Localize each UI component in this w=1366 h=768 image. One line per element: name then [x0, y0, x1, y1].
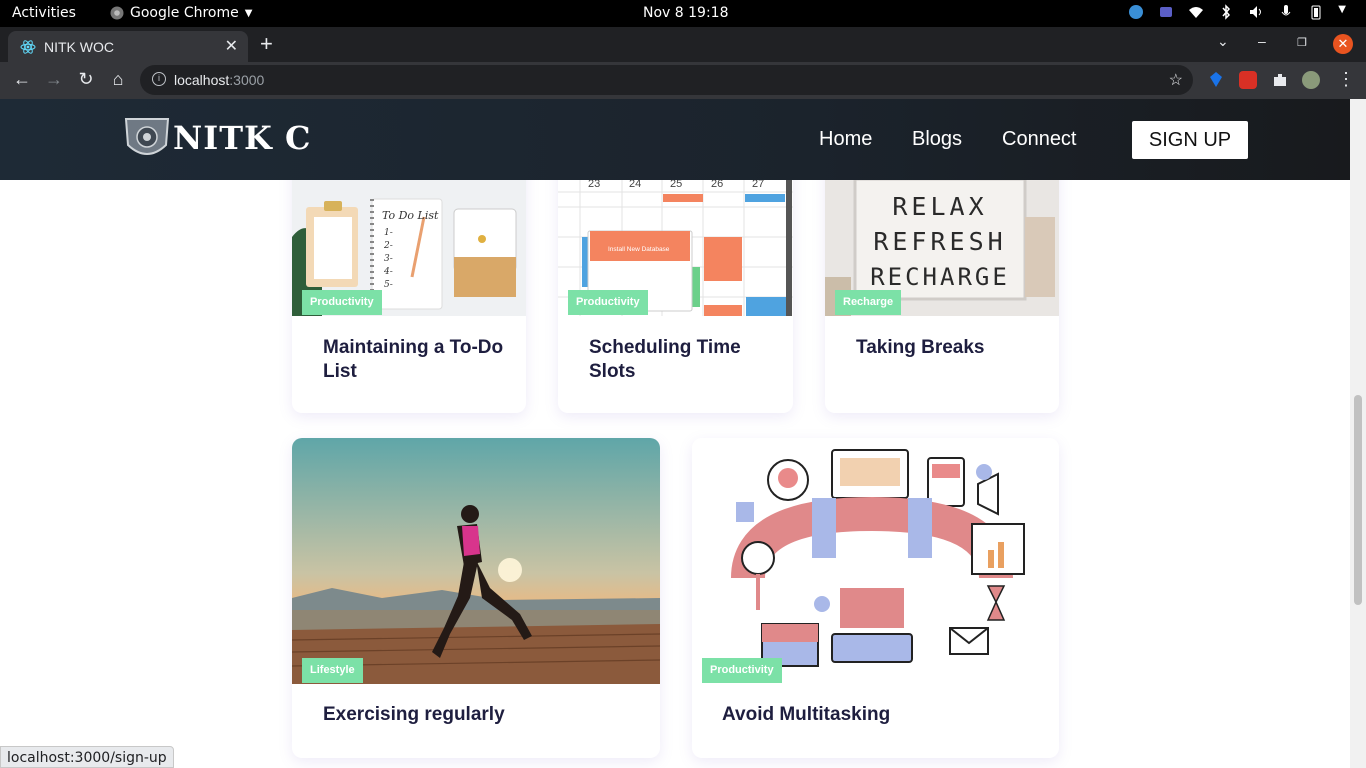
- todo-number-1: 1-: [384, 228, 393, 238]
- nav-connect[interactable]: Connect: [1002, 128, 1077, 151]
- tab-strip: NITK WOC ✕ + ⌄ – ❐ ✕: [0, 27, 1366, 62]
- nav-blogs[interactable]: Blogs: [912, 128, 962, 151]
- chrome-menu-icon[interactable]: ⋮: [1335, 69, 1357, 90]
- clock[interactable]: Nov 8 19:18: [643, 5, 728, 21]
- site-navbar: NITK C Home Blogs Connect SIGN UP: [0, 99, 1350, 180]
- page-viewport: To Do List 1- 2- 3- 4- 5- Productivity M…: [0, 99, 1350, 768]
- page-scrollbar[interactable]: [1350, 99, 1366, 768]
- maximize-icon[interactable]: ❐: [1297, 36, 1307, 49]
- todo-number-3: 3-: [384, 254, 393, 264]
- nitk-emblem-icon[interactable]: [122, 115, 172, 163]
- app-menu-label: Google Chrome: [130, 5, 239, 21]
- card-title[interactable]: Taking Breaks: [856, 336, 1046, 360]
- info-icon[interactable]: i: [152, 72, 166, 86]
- system-top-bar: Activities Google Chrome ▼ Nov 8 19:18 ▼: [0, 0, 1366, 27]
- tab-active[interactable]: NITK WOC ✕: [8, 31, 248, 62]
- lightbox-word-relax: RELAX: [892, 192, 987, 221]
- scrollbar-thumb[interactable]: [1354, 395, 1362, 605]
- card-title[interactable]: Maintaining a To-Do List: [323, 336, 513, 384]
- minimize-icon[interactable]: –: [1258, 33, 1266, 49]
- site-logo-text[interactable]: NITK C: [173, 119, 311, 157]
- card-title[interactable]: Scheduling Time Slots: [589, 336, 779, 384]
- new-tab-button[interactable]: +: [260, 31, 273, 57]
- back-icon[interactable]: ←: [11, 69, 33, 90]
- card-image-runner: [292, 438, 660, 684]
- category-tag[interactable]: Productivity: [702, 658, 782, 683]
- window-close-icon[interactable]: ✕: [1333, 34, 1353, 54]
- bookmark-star-icon[interactable]: ☆: [1169, 70, 1183, 90]
- react-favicon-icon: [20, 40, 36, 54]
- home-icon[interactable]: ⌂: [107, 69, 129, 90]
- url-port: :3000: [229, 72, 265, 88]
- forward-icon[interactable]: →: [43, 69, 65, 90]
- link-status-bubble: localhost:3000/sign-up: [0, 746, 174, 768]
- red-extension-icon[interactable]: [1239, 71, 1257, 89]
- microphone-icon: [1278, 4, 1294, 20]
- bluetooth-icon: [1218, 4, 1234, 20]
- tab-title: NITK WOC: [44, 39, 114, 55]
- lightbox-word-recharge: RECHARGE: [870, 263, 1010, 291]
- category-tag[interactable]: Productivity: [302, 290, 382, 315]
- app-menu[interactable]: Google Chrome ▼: [110, 5, 252, 21]
- gem-extension-icon[interactable]: [1207, 71, 1225, 89]
- wifi-icon: [1188, 4, 1204, 20]
- browser-toolbar: ← → ↻ ⌂ i localhost:3000 ☆ ⋮: [0, 62, 1366, 99]
- blog-card[interactable]: RELAX REFRESH RECHARGE Recharge Taking B…: [825, 147, 1059, 413]
- card-title[interactable]: Avoid Multitasking: [722, 703, 890, 727]
- blog-card[interactable]: Lifestyle Exercising regularly: [292, 438, 660, 758]
- category-tag[interactable]: Productivity: [568, 290, 648, 315]
- activities-button[interactable]: Activities: [12, 5, 76, 21]
- card-title[interactable]: Exercising regularly: [323, 703, 505, 727]
- calendar-popup-text: Install New Database: [608, 246, 670, 253]
- todo-number-2: 2-: [383, 241, 393, 251]
- profile-avatar[interactable]: [1302, 71, 1320, 89]
- todo-heading-text: To Do List: [382, 209, 439, 222]
- url-text[interactable]: localhost:3000: [174, 72, 264, 88]
- category-tag[interactable]: Recharge: [835, 290, 902, 315]
- blog-card[interactable]: To Do List 1- 2- 3- 4- 5- Productivity M…: [292, 147, 526, 413]
- battery-icon: [1308, 4, 1324, 20]
- weather-icon: [1128, 4, 1144, 20]
- todo-number-5: 5-: [384, 280, 393, 290]
- blog-card[interactable]: Productivity Avoid Multitasking: [692, 438, 1059, 758]
- blog-card[interactable]: 23 24 25 26 27 Install New Database Prod…: [558, 147, 793, 413]
- category-tag[interactable]: Lifestyle: [302, 658, 363, 683]
- todo-number-4: 4-: [383, 267, 393, 277]
- power-menu-icon: ▼: [1338, 4, 1346, 15]
- tab-close-icon[interactable]: ✕: [225, 36, 238, 56]
- nav-home[interactable]: Home: [819, 128, 872, 151]
- signup-button[interactable]: SIGN UP: [1132, 121, 1248, 159]
- volume-icon: [1248, 4, 1264, 20]
- system-tray[interactable]: ▼: [1128, 4, 1346, 20]
- chevron-down-icon: ▼: [244, 7, 253, 19]
- lightbox-word-refresh: REFRESH: [873, 227, 1006, 256]
- card-image-multitasking: [692, 438, 1059, 684]
- reload-icon[interactable]: ↻: [75, 69, 97, 90]
- teams-icon: [1158, 4, 1174, 20]
- chrome-icon: [110, 6, 124, 20]
- extensions-puzzle-icon[interactable]: [1271, 71, 1289, 89]
- tab-search-icon[interactable]: ⌄: [1217, 33, 1229, 50]
- url-host: localhost: [174, 72, 230, 88]
- address-bar[interactable]: i localhost:3000 ☆: [140, 65, 1193, 95]
